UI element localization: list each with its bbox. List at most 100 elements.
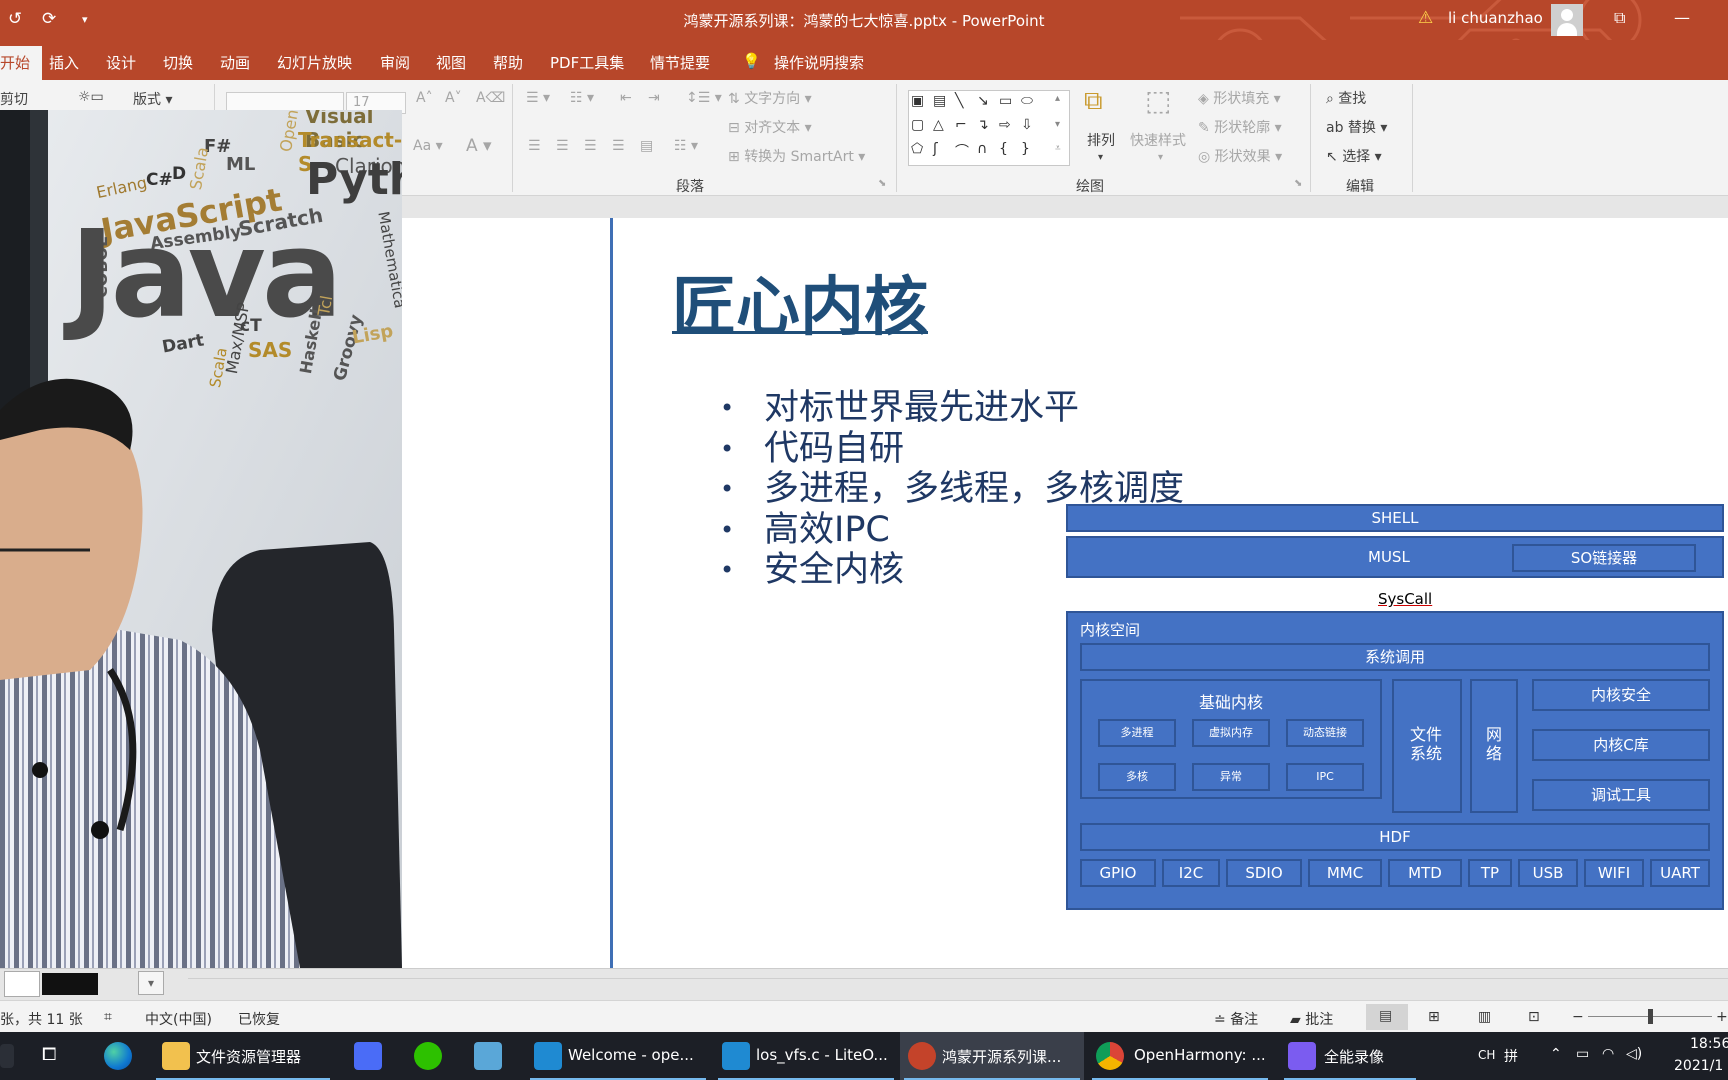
tab-storyboard[interactable]: 情节提要 bbox=[650, 52, 710, 73]
decrease-indent-icon[interactable]: ⇤ bbox=[620, 90, 632, 106]
spellcheck-icon[interactable]: ⌗ bbox=[104, 1009, 112, 1025]
shrink-font-icon[interactable]: A˅ bbox=[445, 90, 462, 106]
taskbar-recorder[interactable]: 全能录像 bbox=[1280, 1032, 1420, 1080]
zoom-out-button[interactable]: − bbox=[1572, 1009, 1584, 1025]
wechat-icon[interactable] bbox=[414, 1042, 442, 1070]
tab-insert[interactable]: 插入 bbox=[49, 52, 79, 73]
arrange-icon[interactable]: ⧉ bbox=[1084, 86, 1103, 117]
tab-animations[interactable]: 动画 bbox=[220, 52, 250, 73]
wifi-icon[interactable]: ◠ bbox=[1602, 1046, 1614, 1062]
expand-chevron-icon[interactable]: ▾ bbox=[138, 971, 164, 995]
clock-time[interactable]: 18:56 bbox=[1690, 1036, 1728, 1052]
paragraph-launcher-icon[interactable]: ⬊ bbox=[878, 178, 886, 189]
distribute-icon[interactable]: ▤ bbox=[640, 138, 653, 154]
volume-icon[interactable]: ◁) bbox=[1626, 1046, 1642, 1062]
show-hidden-icons[interactable]: ⌃ bbox=[1550, 1046, 1562, 1062]
quick-styles-dropdown-icon[interactable]: ▾ bbox=[1158, 152, 1163, 163]
task-view-icon[interactable]: ⧠ bbox=[42, 1044, 56, 1065]
line-spacing-icon[interactable]: ↕☰ ▾ bbox=[686, 90, 722, 106]
align-center-icon[interactable]: ☰ bbox=[556, 138, 569, 154]
grow-font-icon[interactable]: A˄ bbox=[416, 90, 433, 106]
triangle-shape-icon[interactable]: △ bbox=[933, 117, 944, 133]
layout-button[interactable]: 版式 ▾ bbox=[133, 89, 172, 109]
user-avatar[interactable] bbox=[1551, 4, 1583, 36]
ime-indicator[interactable]: CH bbox=[1478, 1048, 1495, 1062]
tab-view[interactable]: 视图 bbox=[436, 52, 466, 73]
text-direction-button[interactable]: ⇅ 文字方向 ▾ bbox=[728, 88, 812, 108]
notes-splitter[interactable] bbox=[188, 969, 1728, 979]
replace-button[interactable]: ab 替换 ▾ bbox=[1326, 117, 1387, 137]
right-arrow-shape-icon[interactable]: ⇨ bbox=[999, 117, 1011, 133]
select-button[interactable]: ↖ 选择 ▾ bbox=[1326, 146, 1382, 166]
align-right-icon[interactable]: ☰ bbox=[584, 138, 597, 154]
textbox-shape-icon[interactable]: ▣ bbox=[911, 93, 924, 109]
user-name[interactable]: li chuanzhao bbox=[1448, 9, 1543, 27]
taskbar-vscode-vfs[interactable]: los_vfs.c - LiteO... bbox=[714, 1032, 898, 1080]
justify-icon[interactable]: ☰ bbox=[612, 138, 625, 154]
tab-design[interactable]: 设计 bbox=[106, 52, 136, 73]
gallery-down-icon[interactable]: ▾ bbox=[1055, 119, 1060, 130]
tab-home[interactable]: 开始 bbox=[0, 46, 43, 80]
tab-slideshow[interactable]: 幻灯片放映 bbox=[277, 52, 352, 73]
cut-button[interactable]: 剪切 bbox=[0, 89, 28, 109]
slide-canvas[interactable]: 匠心内核 对标世界最先进水平 代码自研 多进程，多线程，多核调度 高效IPC 安… bbox=[402, 218, 1728, 974]
notes-app-icon[interactable] bbox=[474, 1042, 502, 1070]
gallery-up-icon[interactable]: ▴ bbox=[1055, 93, 1060, 104]
shape-fill-button[interactable]: ◈ 形状填充 ▾ bbox=[1198, 88, 1281, 108]
font-color-icon[interactable]: A ▾ bbox=[466, 136, 492, 156]
shape-effects-button[interactable]: ◎ 形状效果 ▾ bbox=[1198, 146, 1282, 166]
numbering-icon[interactable]: ☷ ▾ bbox=[570, 90, 594, 106]
start-button[interactable] bbox=[0, 1044, 14, 1068]
left-brace-shape-icon[interactable]: { bbox=[999, 141, 1008, 157]
drawing-launcher-icon[interactable]: ⬊ bbox=[1294, 178, 1302, 189]
slide-thumbnail-dark[interactable] bbox=[42, 973, 98, 995]
zoom-slider-thumb[interactable] bbox=[1648, 1009, 1653, 1024]
arrange-dropdown-icon[interactable]: ▾ bbox=[1098, 152, 1103, 163]
freeform-shape-icon[interactable]: ⬠ bbox=[911, 141, 923, 157]
battery-icon[interactable]: ▭ bbox=[1576, 1046, 1589, 1062]
minimize-button[interactable]: — bbox=[1674, 8, 1690, 27]
normal-view-button[interactable]: ▤ bbox=[1366, 1004, 1408, 1030]
arc-shape-icon[interactable]: ⌒ bbox=[955, 141, 969, 161]
elbow-connector-shape-icon[interactable]: ⌐ bbox=[955, 117, 967, 133]
slide-title[interactable]: 匠心内核 bbox=[672, 256, 928, 348]
slide-sorter-icon[interactable]: ⊞ bbox=[1428, 1009, 1440, 1025]
taskbar-chrome[interactable]: OpenHarmony: ... bbox=[1088, 1032, 1272, 1080]
reading-view-icon[interactable]: ▥ bbox=[1478, 1009, 1491, 1025]
slide-thumbnail[interactable] bbox=[4, 971, 40, 997]
elbow-arrow-shape-icon[interactable]: ↴ bbox=[977, 117, 989, 133]
tab-help[interactable]: 帮助 bbox=[493, 52, 523, 73]
tell-me-search[interactable]: 操作说明搜索 bbox=[774, 52, 864, 73]
clear-format-icon[interactable]: A⌫ bbox=[476, 90, 505, 106]
new-slide-icon[interactable]: ☼▭ bbox=[78, 89, 104, 105]
feishu-icon[interactable] bbox=[354, 1042, 382, 1070]
vertical-textbox-shape-icon[interactable]: ▤ bbox=[933, 93, 946, 109]
find-button[interactable]: ⌕ 查找 bbox=[1326, 88, 1366, 108]
tab-pdf-tools[interactable]: PDF工具集 bbox=[550, 52, 624, 73]
align-left-icon[interactable]: ☰ bbox=[528, 138, 541, 154]
increase-indent-icon[interactable]: ⇥ bbox=[648, 90, 660, 106]
comments-button[interactable]: ▰ 批注 bbox=[1290, 1009, 1333, 1029]
oval-shape-icon[interactable]: ⬭ bbox=[1021, 93, 1033, 109]
edge-icon[interactable] bbox=[104, 1042, 132, 1070]
arrow-line-shape-icon[interactable]: ↘ bbox=[977, 93, 989, 109]
notes-button[interactable]: ≐ 备注 bbox=[1214, 1009, 1258, 1029]
convert-smartart-button[interactable]: ⊞ 转换为 SmartArt ▾ bbox=[728, 146, 865, 166]
taskbar-powerpoint[interactable]: 鸿蒙开源系列课... bbox=[900, 1032, 1084, 1080]
taskbar-file-explorer[interactable]: 文件资源管理器 bbox=[152, 1032, 334, 1080]
columns-icon[interactable]: ☷ ▾ bbox=[674, 138, 698, 154]
zoom-in-button[interactable]: + bbox=[1716, 1009, 1728, 1025]
down-arrow-shape-icon[interactable]: ⇩ bbox=[1021, 117, 1033, 133]
shape-outline-button[interactable]: ✎ 形状轮廓 ▾ bbox=[1198, 117, 1282, 137]
gallery-more-icon[interactable]: ⩡ bbox=[1055, 143, 1061, 154]
tab-review[interactable]: 审阅 bbox=[380, 52, 410, 73]
shapes-gallery[interactable]: ▣ ▤ ╲ ↘ ▭ ⬭ ▢ △ ⌐ ↴ ⇨ ⇩ ⬠ ʃ ⌒ ∩ { } ▴ ▾ … bbox=[908, 90, 1070, 166]
rounded-rect-shape-icon[interactable]: ▢ bbox=[911, 117, 924, 133]
tab-transitions[interactable]: 切换 bbox=[163, 52, 193, 73]
quick-styles-icon[interactable]: ⬚ bbox=[1145, 84, 1171, 117]
arrange-button[interactable]: 排列 bbox=[1087, 130, 1115, 150]
quick-styles-button[interactable]: 快速样式 bbox=[1130, 130, 1186, 150]
change-case-icon[interactable]: Aa ▾ bbox=[413, 138, 443, 154]
slideshow-view-icon[interactable]: ⊡ bbox=[1528, 1009, 1540, 1025]
rectangle-shape-icon[interactable]: ▭ bbox=[999, 93, 1012, 109]
